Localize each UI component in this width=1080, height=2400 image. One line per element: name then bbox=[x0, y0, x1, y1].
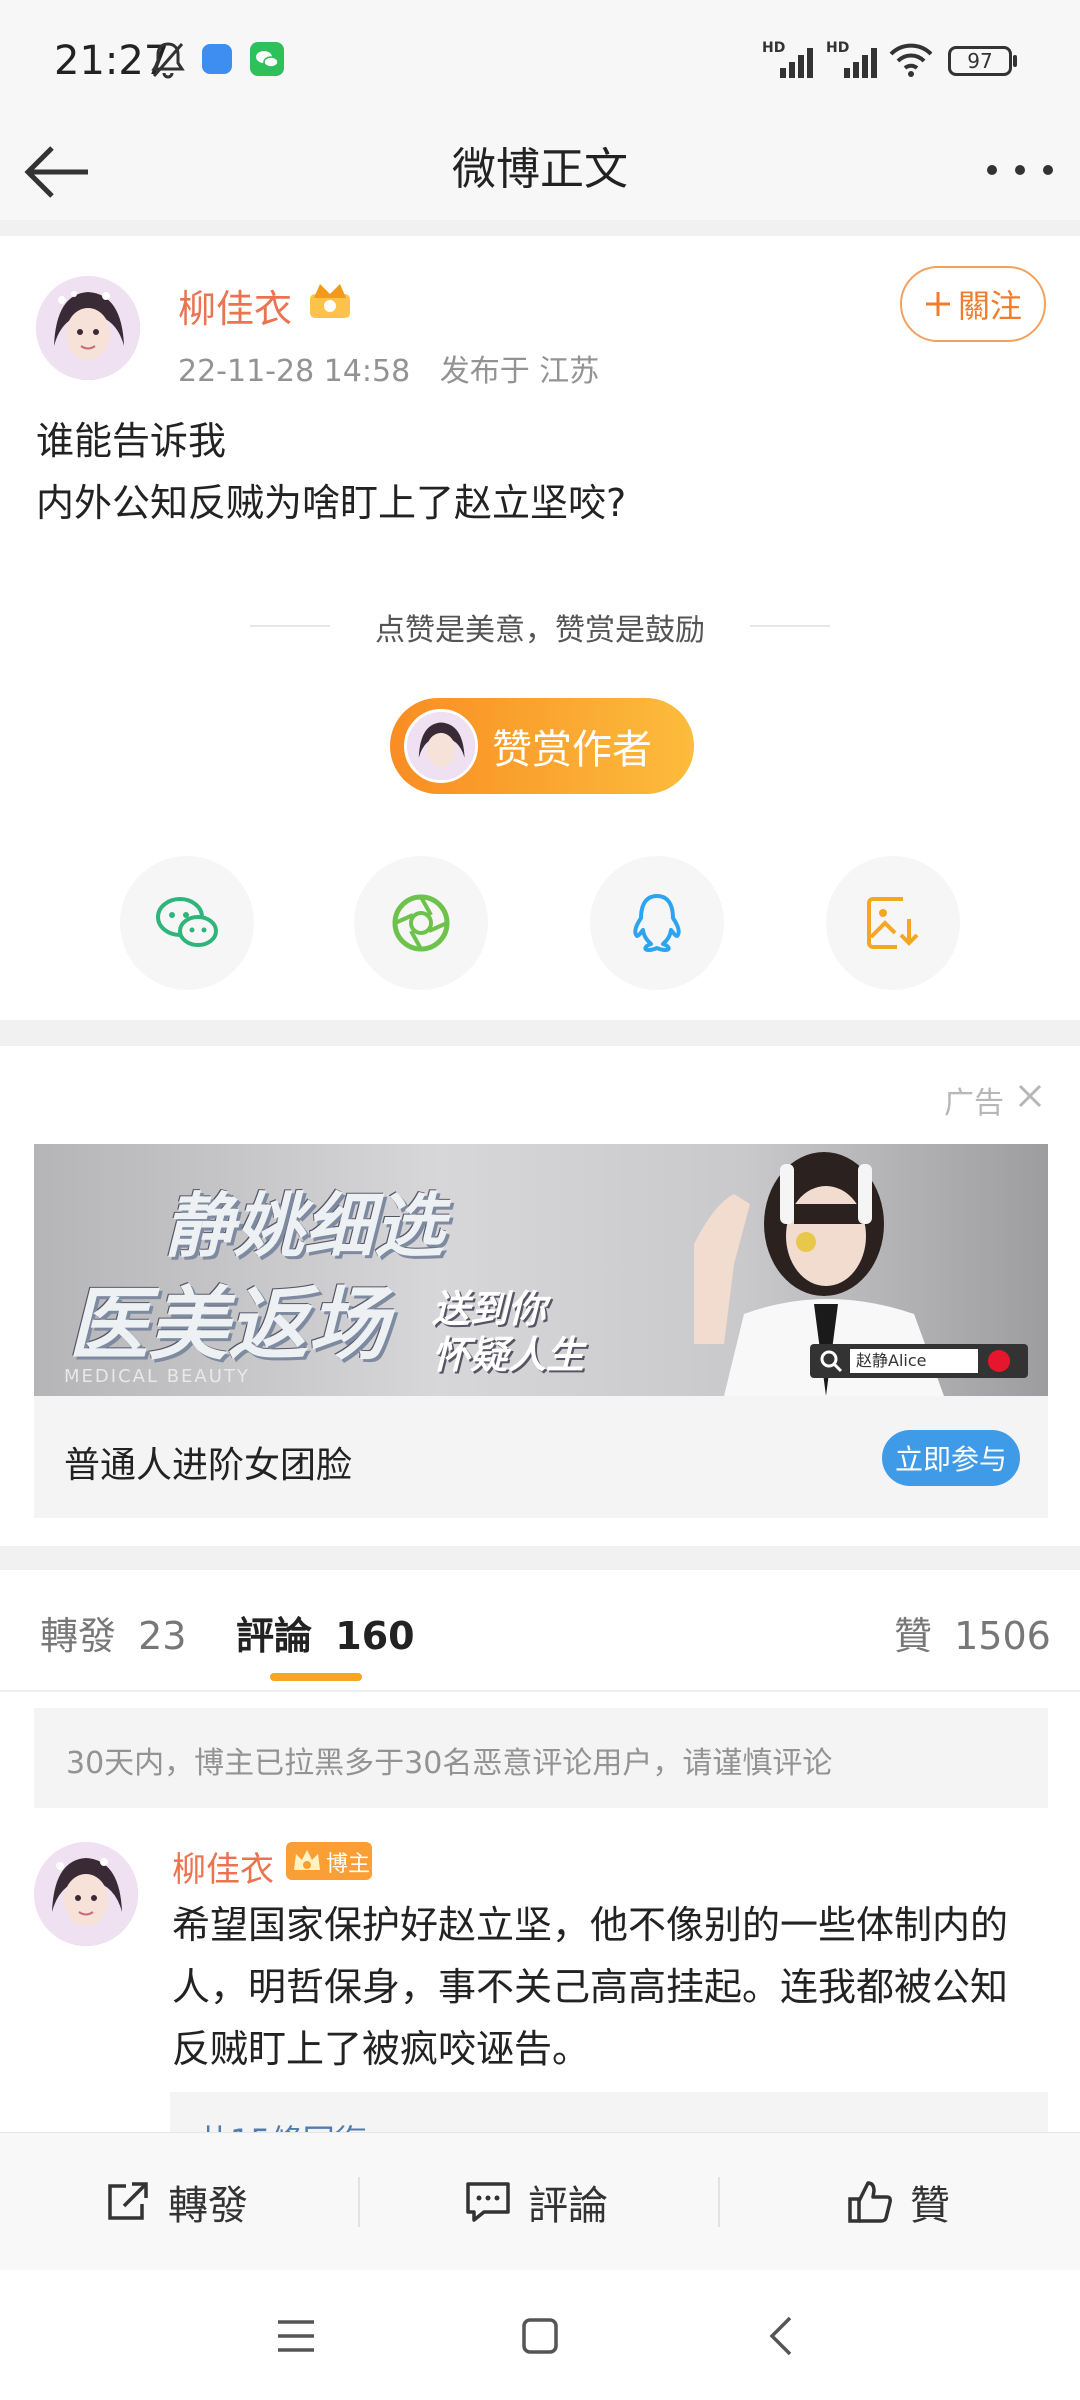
replies-link-text: 共15條回復 > bbox=[198, 2116, 404, 2132]
app-notification-icon bbox=[202, 44, 232, 74]
section-gap bbox=[0, 220, 1080, 236]
commenter-name[interactable]: 柳佳衣 bbox=[172, 1842, 274, 1891]
ad-label: 广告 bbox=[944, 1078, 1004, 1122]
tab-comments-count: 160 bbox=[335, 1614, 415, 1658]
status-bar: 21:27 HD HD 97 bbox=[0, 0, 1080, 120]
header: 微博正文 bbox=[0, 120, 1080, 220]
signal-icon bbox=[844, 48, 877, 78]
post-text: 谁能告诉我 内外公知反贼为啥盯上了赵立坚咬? bbox=[36, 419, 627, 525]
blogger-badge: 博主 bbox=[286, 1842, 372, 1880]
battery-icon: 97 bbox=[948, 46, 1012, 76]
plus-icon bbox=[925, 292, 950, 316]
tab-likes-count: 1506 bbox=[954, 1614, 1051, 1658]
comment-button[interactable]: 評論 bbox=[464, 2133, 608, 2271]
repost-button[interactable]: 轉發 bbox=[104, 2133, 248, 2271]
comment-icon bbox=[466, 2182, 510, 2222]
tab-comments[interactable]: 評論 160 bbox=[236, 1605, 415, 1660]
crown-vip-icon bbox=[310, 284, 350, 318]
bottom-action-bar: 轉發 評論 贊 bbox=[0, 2132, 1080, 2271]
ad-banner-search: 赵静Alice bbox=[810, 1344, 1028, 1378]
commenter-avatar[interactable] bbox=[34, 1842, 138, 1946]
comment-text: 希望国家保护好赵立坚，他不像别的一些体制内的人，明哲保身，事不关己高高挂起。连我… bbox=[172, 1903, 1009, 2071]
divider bbox=[358, 2177, 360, 2227]
ad-footer[interactable]: 普通人进阶女团脸 立即参与 bbox=[34, 1396, 1048, 1518]
back-button[interactable] bbox=[22, 142, 92, 202]
save-image-button[interactable] bbox=[826, 856, 960, 990]
reward-slogan: 点赞是美意，赞赏是鼓励 bbox=[375, 613, 705, 648]
share-wechat-button[interactable] bbox=[120, 856, 254, 990]
ad-banner-search-text: 赵静Alice bbox=[850, 1349, 978, 1373]
share-qq-button[interactable] bbox=[590, 856, 724, 990]
post-timestamp: 22-11-28 14:58 bbox=[178, 354, 411, 389]
close-icon[interactable] bbox=[1016, 1082, 1044, 1110]
section-gap bbox=[0, 1546, 1080, 1570]
replies-link[interactable]: 共15條回復 > bbox=[170, 2092, 1048, 2132]
search-icon bbox=[820, 1350, 843, 1373]
ad-banner-title: 静姚细选 bbox=[164, 1185, 444, 1267]
divider bbox=[0, 1690, 1080, 1692]
share-moments-button[interactable] bbox=[354, 856, 488, 990]
post-time: 22-11-28 14:58 发布于 江苏 bbox=[178, 346, 599, 390]
qq-share-icon bbox=[633, 894, 681, 952]
moments-share-icon bbox=[392, 894, 450, 952]
blogger-badge-text: 博主 bbox=[326, 1852, 371, 1877]
signal-icon bbox=[780, 48, 813, 78]
comment-notice: 30天内，博主已拉黑多于30名恶意评论用户，请谨慎评论 bbox=[34, 1708, 1048, 1808]
thumbs-up-icon bbox=[848, 2181, 892, 2223]
home-icon[interactable] bbox=[520, 2316, 560, 2356]
ad-banner-watermark: MEDICAL BEAUTY bbox=[64, 1366, 250, 1387]
wechat-icon bbox=[250, 42, 284, 76]
tab-reposts[interactable]: 轉發 23 bbox=[40, 1605, 186, 1660]
author-avatar[interactable] bbox=[36, 276, 140, 380]
active-tab-indicator bbox=[270, 1673, 362, 1681]
page-title: 微博正文 bbox=[452, 144, 628, 195]
follow-button[interactable]: 關注 bbox=[900, 266, 1046, 342]
tab-likes[interactable]: 贊 1506 bbox=[894, 1605, 1051, 1660]
repost-icon bbox=[108, 2182, 148, 2220]
comment-notice-text: 30天内，博主已拉黑多于30名恶意评论用户，请谨慎评论 bbox=[66, 1746, 833, 1781]
save-image-icon bbox=[867, 897, 919, 949]
more-button[interactable] bbox=[980, 150, 1060, 190]
divider bbox=[718, 2177, 720, 2227]
menu-icon[interactable] bbox=[274, 2316, 318, 2356]
repost-label: 轉發 bbox=[168, 2183, 248, 2229]
crown-vip-icon bbox=[294, 1850, 320, 1870]
like-button[interactable]: 贊 bbox=[846, 2133, 950, 2271]
battery-level: 97 bbox=[967, 49, 993, 73]
more-dots-icon bbox=[987, 165, 1053, 175]
tab-comments-label: 評論 bbox=[236, 1614, 313, 1658]
system-nav-bar bbox=[0, 2270, 1080, 2400]
like-label: 贊 bbox=[910, 2183, 950, 2229]
ad-text: 普通人进阶女团脸 bbox=[64, 1445, 353, 1486]
post-location: 发布于 江苏 bbox=[439, 354, 600, 389]
arrow-left-icon bbox=[24, 146, 88, 198]
ad-banner[interactable]: 静姚细选 医美返场 送到你 怀疑人生 MEDICAL BEAUTY 赵静Alic… bbox=[34, 1144, 1048, 1396]
tab-likes-label: 贊 bbox=[894, 1614, 933, 1658]
wifi-icon bbox=[889, 43, 933, 77]
reward-label: 赞赏作者 bbox=[492, 727, 652, 773]
section-gap bbox=[0, 1020, 1080, 1046]
tab-reposts-count: 23 bbox=[138, 1614, 187, 1658]
wechat-share-icon bbox=[156, 897, 218, 947]
ad-label-text: 广告 bbox=[944, 1086, 1004, 1121]
ad-banner-title: 医美返场 bbox=[68, 1278, 388, 1371]
ad-banner-subtitle: 怀疑人生 bbox=[432, 1333, 585, 1377]
ad-cta-button[interactable]: 立即参与 bbox=[882, 1430, 1020, 1486]
tab-reposts-label: 轉發 bbox=[40, 1614, 117, 1658]
comment-label: 評論 bbox=[528, 2183, 608, 2229]
author-avatar bbox=[404, 709, 478, 783]
follow-label: 關注 bbox=[957, 287, 1022, 325]
weibo-logo-icon bbox=[988, 1350, 1010, 1372]
reward-author-button[interactable]: 赞赏作者 bbox=[390, 698, 694, 794]
mute-bell-icon bbox=[151, 42, 185, 79]
battery-tip bbox=[1013, 55, 1017, 67]
back-nav-icon[interactable] bbox=[766, 2314, 796, 2358]
author-name[interactable]: 柳佳衣 bbox=[178, 278, 292, 333]
